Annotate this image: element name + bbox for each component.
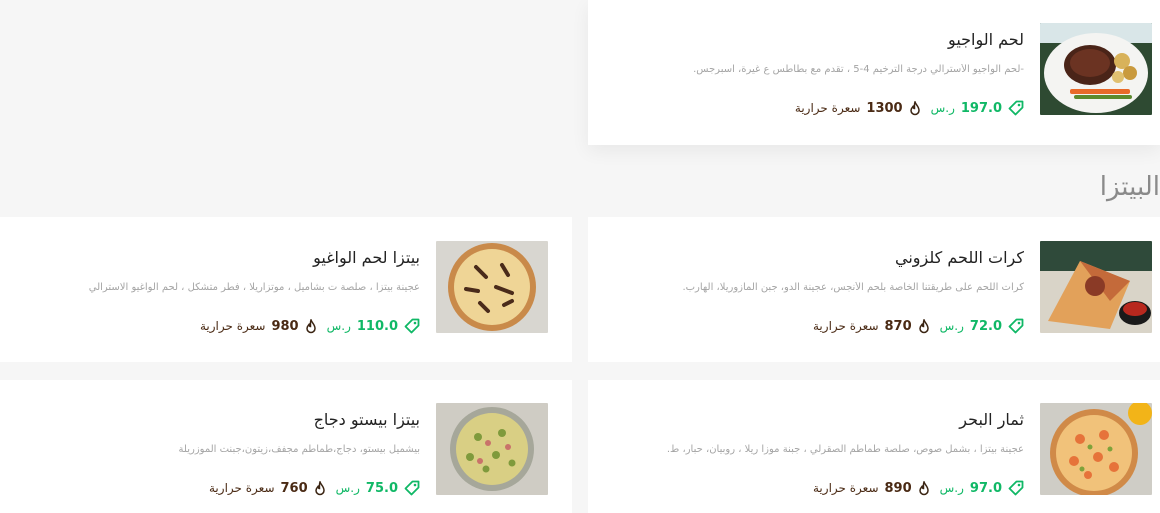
calories-unit: سعرة حرارية xyxy=(813,481,879,495)
item-image xyxy=(436,241,548,333)
calories-value: 980 xyxy=(271,318,299,334)
calories-value: 890 xyxy=(884,480,912,496)
price: 72.0 ر.س xyxy=(940,318,1024,334)
price-tag-icon xyxy=(1008,480,1024,496)
calories-unit: سعرة حرارية xyxy=(794,101,861,115)
calories-value: 1300 xyxy=(866,100,903,116)
price-currency: ر.س xyxy=(335,481,360,495)
calories-unit: سعرة حرارية xyxy=(813,319,879,333)
item-title: بيتزا لحم الواغيو xyxy=(313,248,420,267)
menu-item-card[interactable]: لحم الواجيو -لحم الواجيو الأسترالي درجة … xyxy=(588,0,1160,145)
item-description: بيشميل بيستو، دجاج،طماطم مجفف،زيتون،جبنت… xyxy=(178,444,420,455)
price-tag-icon xyxy=(1008,100,1024,116)
calories-unit: سعرة حرارية xyxy=(209,481,275,495)
item-meta: 197.0 ر.س 1300 سعرة حرارية xyxy=(775,100,1024,116)
price-tag-icon xyxy=(1008,318,1024,334)
price-value: 97.0 xyxy=(969,480,1002,496)
menu-item-card[interactable]: ثمار البحر عجينة بيتزا ، بشمل صوص، صلصة … xyxy=(588,380,1160,513)
item-meta: 110.0 ر.س 980 سعرة حرارية xyxy=(180,318,420,334)
price: 110.0 ر.س xyxy=(327,318,420,334)
menu-item-card[interactable]: بيتزا بيستو دجاج بيشميل بيستو، دجاج،طماط… xyxy=(0,380,572,513)
price-currency: ر.س xyxy=(939,481,964,495)
item-title: بيتزا بيستو دجاج xyxy=(313,410,420,429)
flame-icon xyxy=(918,318,930,334)
price-value: 75.0 xyxy=(365,480,398,496)
item-title: لحم الواجيو xyxy=(948,30,1024,49)
item-meta: 75.0 ر.س 760 سعرة حرارية xyxy=(189,480,420,496)
menu-item-card[interactable]: بيتزا لحم الواغيو عجينة بيتزا ، صلصة ت ب… xyxy=(0,217,572,362)
item-description: عجينة بيتزا ، صلصة ت بشاميل ، موتزاريلا … xyxy=(88,282,420,293)
price-currency: ر.س xyxy=(930,101,955,115)
calories: 1300 سعرة حرارية xyxy=(794,100,921,116)
calories: 760 سعرة حرارية xyxy=(209,480,326,496)
flame-icon xyxy=(909,100,921,116)
calories-value: 760 xyxy=(280,480,308,496)
flame-icon xyxy=(305,318,317,334)
item-image xyxy=(1040,23,1152,115)
price-value: 110.0 xyxy=(356,318,398,334)
item-image xyxy=(1040,403,1152,495)
item-image xyxy=(436,403,548,495)
price: 75.0 ر.س xyxy=(336,480,420,496)
price-currency: ر.س xyxy=(939,319,964,333)
flame-icon xyxy=(314,480,326,496)
calories: 870 سعرة حرارية xyxy=(813,318,930,334)
calories-unit: سعرة حرارية xyxy=(199,319,266,333)
price-tag-icon xyxy=(404,318,420,334)
item-description: -لحم الواجيو الأسترالي درجة الترخيم 4-5 … xyxy=(693,64,1024,75)
price-currency: ر.س xyxy=(326,319,351,333)
flame-icon xyxy=(918,480,930,496)
item-meta: 97.0 ر.س 890 سعرة حرارية xyxy=(793,480,1024,496)
calories-value: 870 xyxy=(884,318,912,334)
item-description: عجينة بيتزا ، بشمل صوص، صلصة طماطم الصقر… xyxy=(666,444,1024,455)
item-title: ثمار البحر xyxy=(959,410,1024,429)
price: 97.0 ر.س xyxy=(940,480,1024,496)
item-meta: 72.0 ر.س 870 سعرة حرارية xyxy=(793,318,1024,334)
price: 197.0 ر.س xyxy=(931,100,1024,116)
price-tag-icon xyxy=(404,480,420,496)
price-value: 72.0 xyxy=(969,318,1002,334)
item-title: كرات اللحم كلزوني xyxy=(895,248,1024,267)
calories: 890 سعرة حرارية xyxy=(813,480,930,496)
menu-item-card[interactable]: كرات اللحم كلزوني كرات اللحم على طريقتنا… xyxy=(588,217,1160,362)
price-value: 197.0 xyxy=(960,100,1002,116)
item-description: كرات اللحم على طريقتنا الخاصة بلحم الأنج… xyxy=(682,282,1024,293)
item-image xyxy=(1040,241,1152,333)
calories: 980 سعرة حرارية xyxy=(199,318,317,334)
section-title: البيتزا xyxy=(1099,172,1160,202)
